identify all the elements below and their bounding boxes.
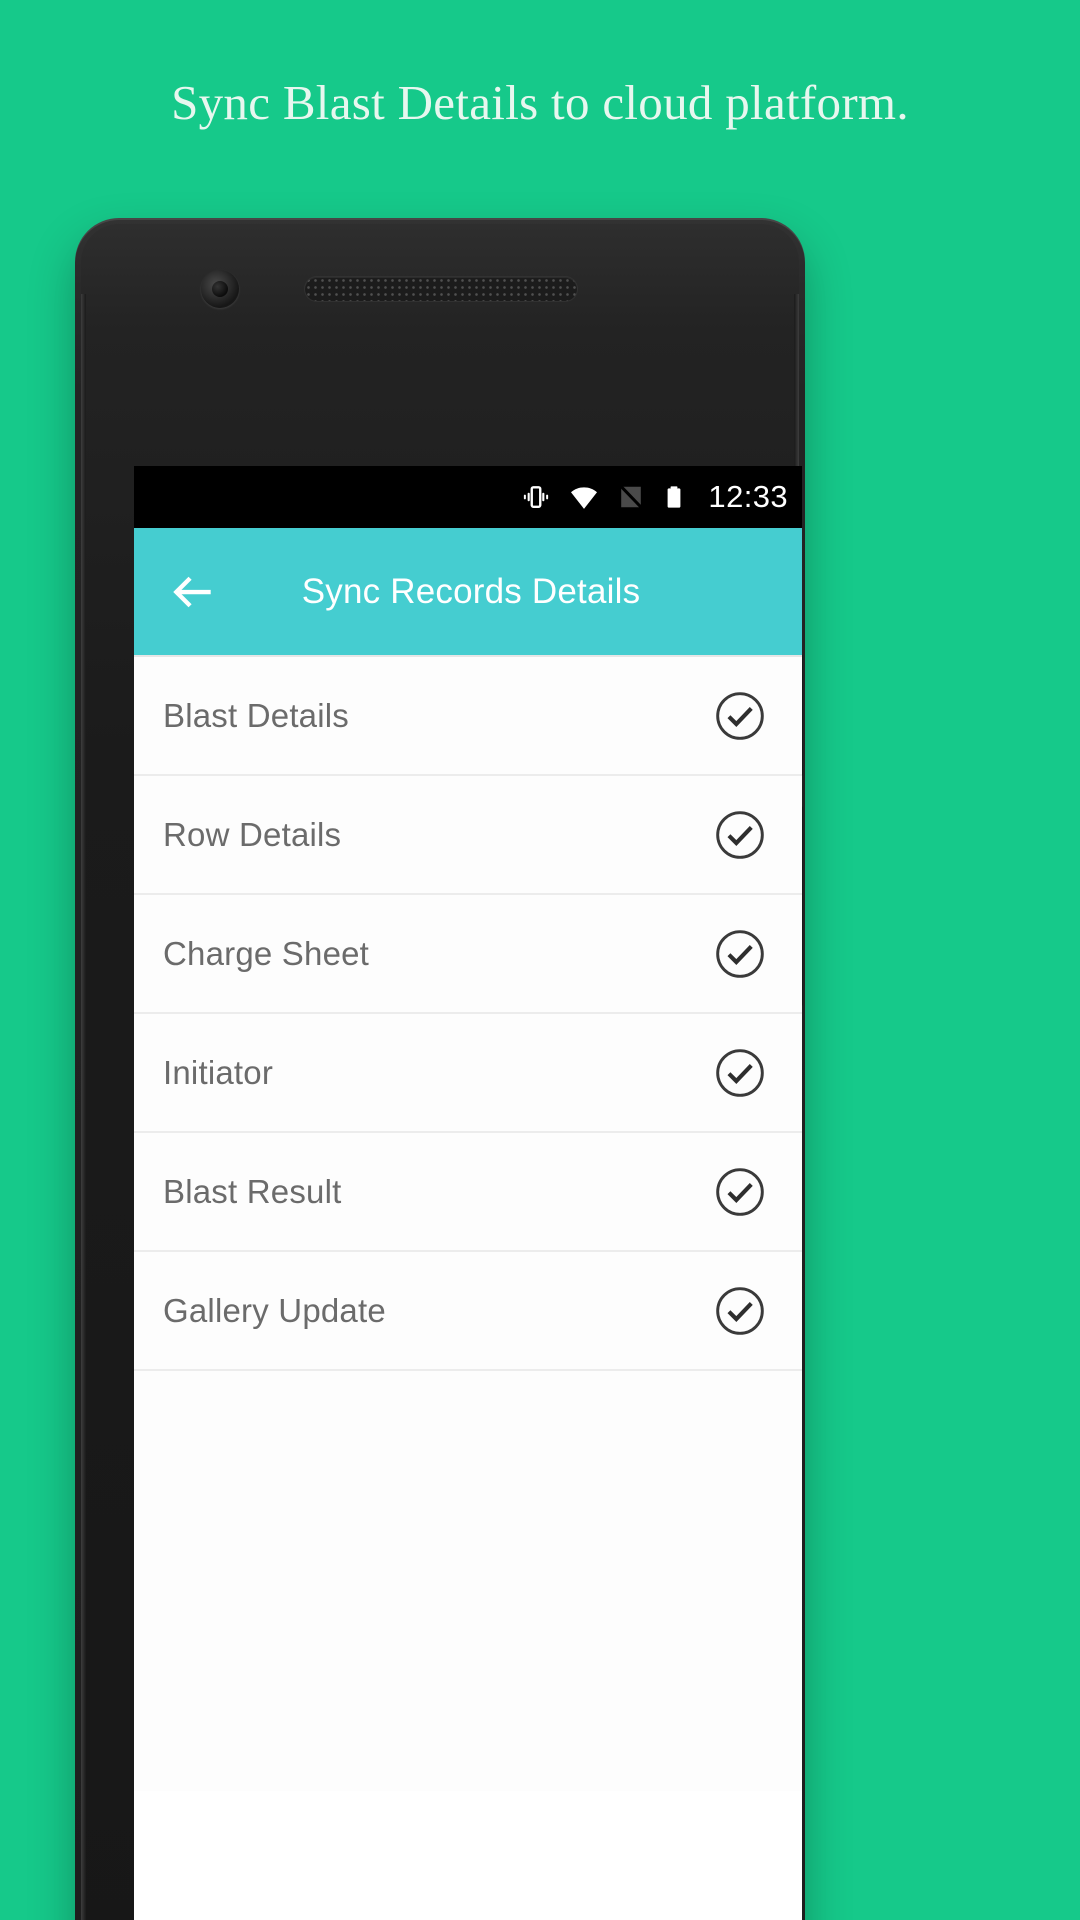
list-item-label: Initiator [163, 1053, 274, 1091]
check-circle-icon[interactable] [714, 809, 766, 861]
status-bar-icons [521, 482, 686, 512]
phone-left-rail [81, 294, 86, 1920]
table-row[interactable]: Charge Sheet [134, 895, 802, 1014]
status-bar: 12:33 [134, 466, 802, 528]
check-circle-icon[interactable] [714, 1166, 766, 1218]
promo-headline-text: Sync Blast Details to cloud platform. [171, 75, 909, 130]
list-item-label: Blast Result [163, 1172, 342, 1210]
phone-bezel: 12:33 Sync Records Details Blast Details [81, 224, 803, 1920]
app-bar: Sync Records Details [134, 528, 802, 655]
phone-screen: 12:33 Sync Records Details Blast Details [134, 466, 802, 1920]
battery-icon [668, 486, 681, 508]
check-circle-icon[interactable] [714, 928, 766, 980]
earpiece-speaker-icon [305, 277, 577, 301]
table-row[interactable]: Row Details [134, 776, 802, 895]
phone-device-mockup: 12:33 Sync Records Details Blast Details [75, 218, 805, 1920]
status-bar-clock: 12:33 [708, 479, 788, 514]
table-row[interactable]: Gallery Update [134, 1252, 802, 1371]
check-circle-icon[interactable] [714, 1047, 766, 1099]
wifi-icon [571, 487, 598, 509]
list-empty-area [134, 1371, 802, 1791]
vibrate-icon [524, 486, 549, 508]
sync-records-list: Blast Details Row Details Charge Sheet I… [134, 655, 802, 1791]
table-row[interactable]: Blast Details [134, 657, 802, 776]
cellular-signal-off-icon [620, 484, 644, 510]
back-button[interactable] [162, 561, 224, 623]
front-camera-icon [201, 270, 239, 308]
list-item-label: Gallery Update [163, 1291, 386, 1329]
app-bar-title: Sync Records Details [301, 571, 641, 611]
list-item-label: Blast Details [163, 696, 350, 734]
check-circle-icon[interactable] [714, 1285, 766, 1337]
table-row[interactable]: Blast Result [134, 1133, 802, 1252]
list-item-label: Charge Sheet [163, 934, 370, 972]
back-arrow-icon [173, 576, 211, 607]
check-circle-icon[interactable] [714, 690, 766, 742]
promo-headline: Sync Blast Details to cloud platform. [0, 0, 1080, 205]
list-item-label: Row Details [163, 815, 342, 853]
table-row[interactable]: Initiator [134, 1014, 802, 1133]
